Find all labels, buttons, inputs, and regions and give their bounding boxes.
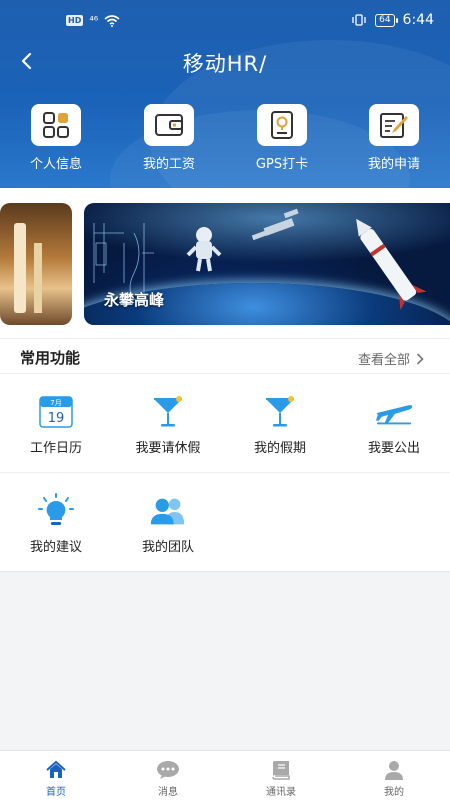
- nav-messages[interactable]: 消息: [112, 759, 224, 798]
- hd-badge: HD: [66, 15, 84, 26]
- book-icon: [269, 759, 293, 781]
- quick-action-label: 个人信息: [29, 157, 82, 172]
- wallet-icon: [144, 104, 194, 146]
- cocktail-icon: [260, 394, 300, 430]
- nav-home[interactable]: 首页: [0, 759, 112, 798]
- function-label: 我的假期: [253, 441, 306, 456]
- signal-indicator: ⁴⁶: [89, 14, 99, 27]
- nav-mine[interactable]: 我的: [338, 759, 450, 798]
- battery-indicator: 64: [375, 13, 399, 27]
- banner-image-element: [34, 243, 42, 313]
- quick-action-label: 我的申请: [367, 157, 420, 172]
- common-functions-grid: 7月 19 工作日历 我要请休假 我的假期 我要公出 我的建议 我的团队: [0, 374, 450, 572]
- function-label: 我要请休假: [135, 441, 201, 456]
- function-label: 我要公出: [367, 441, 420, 456]
- bottom-navigation: 首页 消息 通讯录 我的: [0, 750, 450, 800]
- section-title: 常用功能: [20, 349, 81, 367]
- cocktail-icon: [148, 394, 188, 430]
- clock: 6:44: [402, 12, 434, 28]
- nav-contacts[interactable]: 通讯录: [225, 759, 337, 798]
- function-work-calendar[interactable]: 7月 19 工作日历: [0, 374, 112, 472]
- home-icon: [44, 759, 68, 781]
- status-left: HD ⁴⁶: [66, 14, 120, 27]
- banner-slide-current[interactable]: 永攀高峰: [84, 203, 450, 325]
- quick-action-label: 我的工资: [142, 157, 195, 172]
- view-all-label: 查看全部: [357, 353, 410, 368]
- function-business-trip[interactable]: 我要公出: [338, 374, 450, 472]
- banner-image-element: [14, 223, 26, 313]
- function-label: 我的建议: [29, 540, 82, 555]
- nav-label: 消息: [158, 787, 178, 798]
- user-icon: [382, 759, 406, 781]
- banner-carousel[interactable]: 永攀高峰: [0, 188, 450, 338]
- view-all-link[interactable]: 查看全部: [358, 349, 424, 368]
- airplane-icon: [374, 394, 414, 430]
- app-header: HD ⁴⁶ 64 6:44 移动HR/ 个人信息 我的工资 GPS打卡 我的申请: [0, 0, 450, 188]
- banner-caption: 永攀高峰: [104, 291, 165, 309]
- page-title: 移动HR/: [182, 52, 268, 76]
- nav-label: 通讯录: [266, 787, 296, 798]
- location-pin-icon: [257, 104, 307, 146]
- quick-action-personal-info[interactable]: 个人信息: [11, 104, 101, 172]
- quick-action-my-applications[interactable]: 我的申请: [349, 104, 439, 172]
- quick-actions: 个人信息 我的工资 GPS打卡 我的申请: [0, 104, 450, 174]
- status-bar: HD ⁴⁶ 64 6:44: [0, 0, 450, 42]
- function-request-leave[interactable]: 我要请休假: [112, 374, 224, 472]
- calendar-day: 19: [48, 411, 65, 426]
- calendar-month: 7月: [50, 399, 61, 407]
- edit-note-icon: [369, 104, 419, 146]
- quick-action-label: GPS打卡: [255, 157, 309, 172]
- wifi-icon: [104, 14, 120, 27]
- lightbulb-icon: [36, 493, 76, 529]
- calendar-icon: 7月 19: [36, 394, 76, 430]
- banner-slide-previous[interactable]: [0, 203, 72, 325]
- team-icon: [148, 493, 188, 529]
- function-my-suggestions[interactable]: 我的建议: [0, 473, 112, 571]
- status-right: 64 6:44: [351, 12, 434, 28]
- grid-squares-icon: [31, 104, 81, 146]
- function-label: 我的团队: [141, 540, 194, 555]
- function-my-team[interactable]: 我的团队: [112, 473, 224, 571]
- quick-action-salary[interactable]: 我的工资: [124, 104, 214, 172]
- function-label: 工作日历: [29, 441, 82, 456]
- chat-bubble-icon: [156, 759, 180, 781]
- function-my-holidays[interactable]: 我的假期: [224, 374, 336, 472]
- vibrate-icon: [352, 14, 366, 26]
- nav-label: 我的: [384, 787, 404, 798]
- chevron-right-icon: [416, 352, 424, 365]
- quick-action-gps-checkin[interactable]: GPS打卡: [237, 104, 327, 172]
- nav-label: 首页: [46, 787, 66, 798]
- common-functions-header: 常用功能 查看全部: [0, 338, 450, 374]
